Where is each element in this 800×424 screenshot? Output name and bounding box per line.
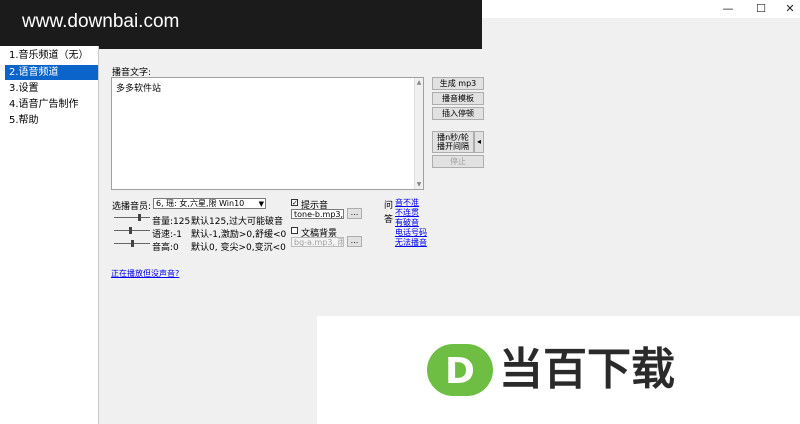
watermark-text: 当百下载 xyxy=(499,344,675,395)
voice-select[interactable]: 6, 瑶: 女,六星,限 Win10 ▼ xyxy=(153,198,266,209)
speed-hint: 默认-1,激励>0,舒缓<0 xyxy=(191,230,287,240)
text-scrollbar[interactable]: ▲ ▼ xyxy=(414,78,423,189)
minimize-button[interactable]: — xyxy=(713,0,743,18)
speed-label: 语速:-1 xyxy=(152,230,183,240)
pitch-slider-thumb[interactable] xyxy=(130,240,134,247)
maximize-button[interactable]: ☐ xyxy=(746,0,776,18)
banner-text: www.downbai.com xyxy=(22,11,180,32)
generate-mp3-button[interactable]: 生成 mp3 xyxy=(432,77,484,90)
qa-link-phone-number[interactable]: 电话号码 xyxy=(395,228,427,238)
pitch-label: 音高:0 xyxy=(152,243,179,253)
loop-options-button[interactable]: ◂ xyxy=(474,131,484,153)
sidebar-item-help[interactable]: 5.帮助 xyxy=(5,113,98,128)
background-field[interactable]: bg-a.mp3, 雨塞 xyxy=(291,237,344,247)
chevron-down-icon: ▼ xyxy=(258,200,264,208)
broadcast-template-button[interactable]: 播音模板 xyxy=(432,92,484,105)
volume-slider[interactable] xyxy=(114,212,150,223)
insert-pause-button[interactable]: 插入停顿 xyxy=(432,107,484,120)
scroll-up-icon[interactable]: ▲ xyxy=(415,78,423,87)
sidebar-item-voice-ad[interactable]: 4.语音广告制作 xyxy=(5,97,98,112)
qa-question-label: 问 xyxy=(384,201,394,211)
no-sound-help-link[interactable]: 正在播放但没声音? xyxy=(111,269,179,279)
pitch-slider[interactable] xyxy=(114,238,150,249)
speed-slider-thumb[interactable] xyxy=(128,227,132,234)
loop-line2: 播开间隔 xyxy=(437,142,469,151)
sidebar: 1.音乐频道（无） 2.语音频道 3.设置 4.语音广告制作 5.帮助 xyxy=(0,46,99,424)
volume-label: 音量:125 xyxy=(152,217,191,227)
qa-link-cannot-play[interactable]: 无法播音 xyxy=(395,238,427,248)
prompt-tone-checkbox[interactable]: ✓ xyxy=(291,199,298,207)
sidebar-item-music-channel[interactable]: 1.音乐频道（无） xyxy=(5,48,98,63)
speed-slider[interactable] xyxy=(114,225,150,236)
svg-text:D: D xyxy=(445,351,475,392)
stop-button[interactable]: 停止 xyxy=(432,155,484,168)
sidebar-item-voice-channel[interactable]: 2.语音频道 xyxy=(5,65,98,80)
close-button[interactable]: ✕ xyxy=(775,0,800,18)
broadcast-text-area[interactable]: 多多软件站 ▲ ▼ xyxy=(111,77,424,190)
prompt-tone-browse-button[interactable]: ... xyxy=(347,208,362,219)
background-browse-button[interactable]: ... xyxy=(347,236,362,247)
volume-slider-thumb[interactable] xyxy=(137,214,141,221)
site-banner: www.downbai.com xyxy=(0,0,482,49)
watermark: D 当百下载 xyxy=(317,316,800,424)
arrow-left-icon: ◂ xyxy=(476,137,481,146)
qa-link-incoherent[interactable]: 不连贯 xyxy=(395,208,419,218)
loop-line1: 播n秒/轮 xyxy=(437,133,469,142)
voice-value: 6, 瑶: 女,六星,限 Win10 xyxy=(156,199,245,208)
maximize-icon: ☐ xyxy=(756,2,766,15)
sidebar-item-settings[interactable]: 3.设置 xyxy=(5,81,98,96)
broadcast-text-value: 多多软件站 xyxy=(116,84,162,94)
pitch-hint: 默认0, 变尖>0,变沉<0 xyxy=(191,243,286,253)
qa-link-distortion[interactable]: 有破音 xyxy=(395,218,419,228)
minimize-icon: — xyxy=(722,2,734,15)
prompt-tone-field[interactable]: tone-b.mp3, 提示 xyxy=(291,209,344,219)
volume-hint: 默认125,过大可能破音 xyxy=(191,217,284,227)
voice-label: 选播音员: xyxy=(112,202,152,212)
background-checkbox[interactable] xyxy=(291,227,298,234)
qa-link-inaccurate[interactable]: 音不准 xyxy=(395,198,419,208)
scroll-down-icon[interactable]: ▼ xyxy=(415,180,423,189)
watermark-logo-icon: D xyxy=(427,344,493,396)
qa-answer-label: 答 xyxy=(384,215,394,225)
loop-broadcast-button[interactable]: 播n秒/轮 播开间隔 xyxy=(432,131,474,153)
close-icon: ✕ xyxy=(785,2,795,15)
